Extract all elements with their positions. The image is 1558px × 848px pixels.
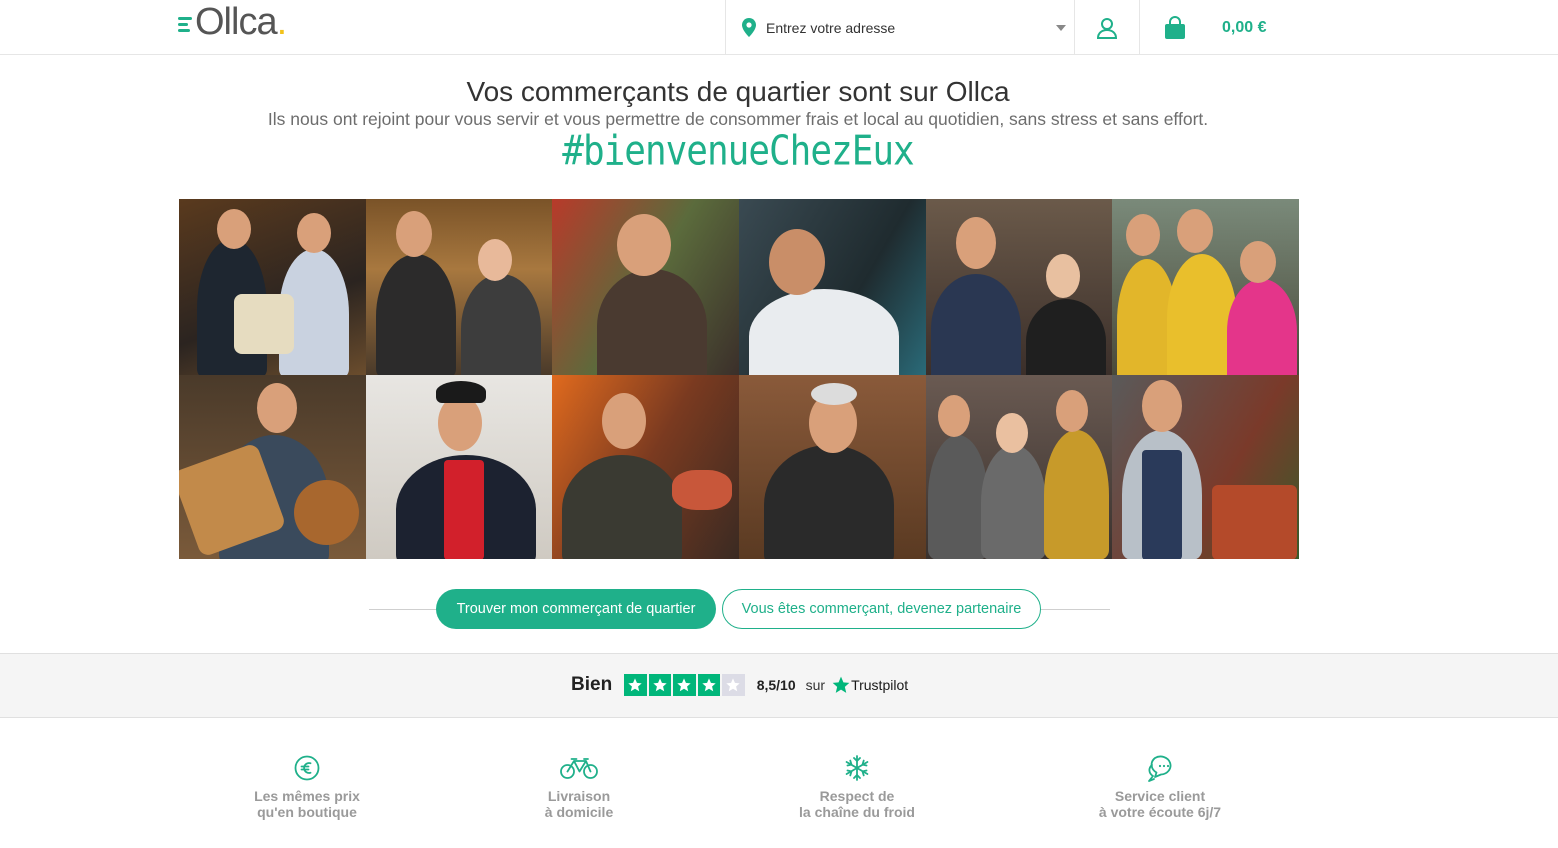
merchant-photo-wine-cellar: [739, 375, 926, 559]
become-partner-button[interactable]: Vous êtes commerçant, devenez partenaire: [722, 589, 1041, 629]
trustpilot-sur: sur: [805, 677, 826, 693]
find-merchant-button[interactable]: Trouver mon commerçant de quartier: [436, 589, 716, 629]
merchant-photo-bakery: [179, 375, 366, 559]
cta-divider-right: [1040, 609, 1110, 610]
address-placeholder: Entrez votre adresse: [766, 19, 896, 36]
cta-divider-left: [369, 609, 439, 610]
trustpilot-score: 8,5/10: [756, 677, 796, 693]
cart-button[interactable]: 0,00 €: [1140, 0, 1310, 55]
chevron-down-icon[interactable]: [1056, 24, 1066, 31]
feature-same-prices: Les mêmes prix qu'en boutique: [207, 752, 407, 820]
trustpilot-band: Bien 8,5/10 sur Trustpilot: [0, 653, 1558, 718]
feature-text-line2: qu'en boutique: [257, 804, 357, 820]
page-title: Vos commerçants de quartier sont sur Oll…: [466, 76, 1010, 107]
user-icon: [1096, 17, 1118, 39]
star-icon: [648, 674, 672, 696]
merchant-photo-cheese-shop: [179, 199, 366, 375]
merchant-photo-greengrocer: [1112, 375, 1299, 559]
logo-text: Ollca: [195, 1, 278, 43]
merchant-photo-deli-shop: [365, 199, 553, 375]
hashtag-bienvenue: #bienvenueChezEux: [562, 127, 914, 176]
chat-icon: [1148, 755, 1172, 782]
trustpilot-widget[interactable]: Bien 8,5/10 sur Trustpilot: [571, 674, 908, 696]
feature-text-line2: à domicile: [544, 804, 614, 820]
feature-text-line1: Les mêmes prix: [254, 788, 360, 804]
address-selector[interactable]: Entrez votre adresse: [725, 0, 1075, 55]
account-button[interactable]: [1075, 0, 1140, 55]
star-icon: [673, 674, 696, 696]
feature-text-line1: Respect de: [819, 788, 895, 804]
shopping-bag-icon: [1165, 15, 1185, 39]
trustpilot-stars: [624, 674, 745, 696]
merchant-photo-pastry-chef: [365, 375, 553, 559]
trustpilot-rating-label: Bien: [571, 674, 613, 695]
trustpilot-brand-text: Trustpilot: [851, 677, 909, 693]
feature-text-line2: à votre écoute 6j/7: [1098, 804, 1222, 820]
star-icon: [697, 674, 721, 696]
feature-customer-service: Service client à votre écoute 6j/7: [1060, 752, 1260, 820]
page-subtitle: Ils nous ont rejoint pour vous servir et…: [267, 109, 1209, 129]
feature-text-line1: Service client: [1114, 788, 1206, 804]
bicycle-icon: [560, 758, 598, 779]
merchant-photo-seafood: [552, 375, 739, 559]
feature-cold-chain: Respect de la chaîne du froid: [757, 752, 957, 820]
trustpilot-star-icon: [832, 676, 850, 693]
feature-text-line2: la chaîne du froid: [799, 804, 915, 820]
snowflake-icon: [845, 755, 869, 781]
euro-icon: [294, 755, 320, 781]
merchant-photo-fishmonger: [739, 199, 926, 375]
logo-speed-lines-icon: [178, 16, 192, 32]
merchant-photo-cafe-team: [925, 375, 1113, 559]
merchant-photo-market-team: [1112, 199, 1299, 375]
feature-text-line1: Livraison: [547, 788, 611, 804]
location-pin-icon: [742, 18, 756, 37]
star-icon: [624, 674, 647, 696]
star-empty-icon: [722, 674, 745, 696]
merchants-photo-grid: [179, 199, 1299, 559]
site-header: Ollca. Entrez votre adresse 0,00 €: [0, 0, 1558, 55]
ollca-logo[interactable]: Ollca.: [178, 2, 287, 42]
logo-dot: .: [276, 1, 288, 43]
merchant-photo-wine-shop: [925, 199, 1113, 375]
merchant-photo-butcher: [552, 199, 739, 375]
feature-home-delivery: Livraison à domicile: [479, 752, 679, 820]
cart-total: 0,00 €: [1222, 18, 1267, 36]
trustpilot-logo[interactable]: Trustpilot: [831, 675, 908, 695]
